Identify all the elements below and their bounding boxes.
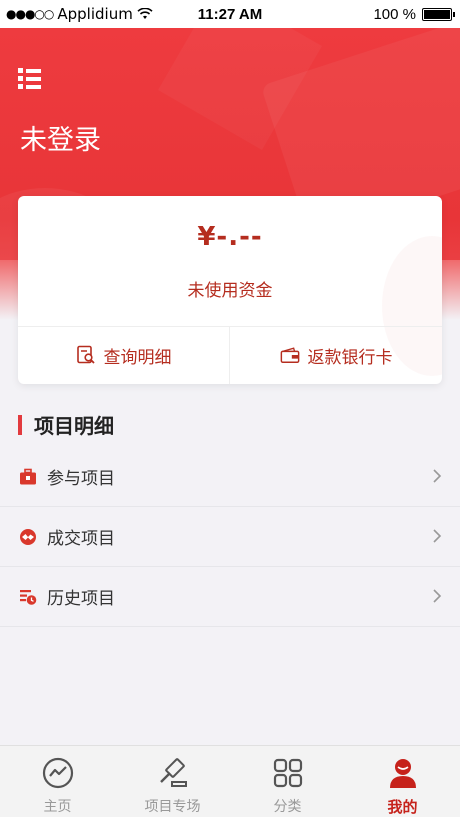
- list-item-label: 参与项目: [47, 469, 115, 489]
- battery-info: 100 %: [373, 5, 455, 23]
- heading-accent-bar: [18, 414, 22, 435]
- list-item-history-projects[interactable]: 历史项目: [0, 567, 460, 627]
- bank-card-icon: [280, 347, 299, 364]
- list-item-label: 历史项目: [47, 589, 115, 609]
- battery-icon: [422, 7, 455, 21]
- gavel-icon: [159, 758, 187, 787]
- unused-funds-label: 未使用资金: [187, 281, 273, 301]
- query-details-label: 查询明细: [103, 347, 172, 368]
- tab-categories[interactable]: 分类: [230, 746, 345, 817]
- battery-percent: 100 %: [373, 5, 416, 23]
- grid-icon: [273, 758, 302, 788]
- chevron-right-icon: [433, 529, 442, 543]
- list-item-participated-projects[interactable]: 参与项目: [0, 447, 460, 507]
- project-details-heading: 项目明细: [18, 410, 114, 439]
- user-icon: [389, 759, 416, 788]
- chevron-right-icon: [433, 589, 442, 603]
- unused-funds-amount: ¥-.--: [197, 222, 263, 252]
- tab-label: 分类: [273, 799, 302, 815]
- trend-icon: [42, 757, 73, 789]
- tab-project-specials[interactable]: 项目专场: [115, 746, 230, 817]
- briefcase-icon: [18, 467, 38, 487]
- refund-bank-card-button[interactable]: 返款银行卡: [230, 326, 442, 384]
- list-item-label: 成交项目: [47, 529, 115, 549]
- bottom-tab-bar: 主页 项目专场 分类 我的: [0, 745, 460, 817]
- tab-label: 我的: [387, 798, 418, 816]
- tab-home[interactable]: 主页: [0, 746, 115, 817]
- status-bar: ●●●○○ Applidium 11:27 AM 100 %: [0, 0, 460, 28]
- query-details-button[interactable]: 查询明细: [18, 326, 229, 384]
- project-list: 参与项目 成交项目 历史项目: [0, 447, 460, 627]
- deal-icon: [18, 527, 38, 547]
- login-status-title[interactable]: 未登录: [20, 118, 101, 157]
- tab-mine[interactable]: 我的: [345, 746, 460, 817]
- tab-label: 主页: [43, 799, 72, 815]
- search-detail-icon: [76, 345, 95, 364]
- section-title-text: 项目明细: [34, 414, 114, 438]
- funds-card: ¥-.-- 未使用资金 查询明细 返款银行卡: [18, 196, 442, 384]
- list-item-completed-deals[interactable]: 成交项目: [0, 507, 460, 567]
- refund-bank-card-label: 返款银行卡: [307, 347, 393, 368]
- menu-icon[interactable]: [18, 68, 42, 89]
- tab-label: 项目专场: [144, 799, 201, 815]
- chevron-right-icon: [433, 469, 442, 483]
- history-icon: [18, 587, 38, 607]
